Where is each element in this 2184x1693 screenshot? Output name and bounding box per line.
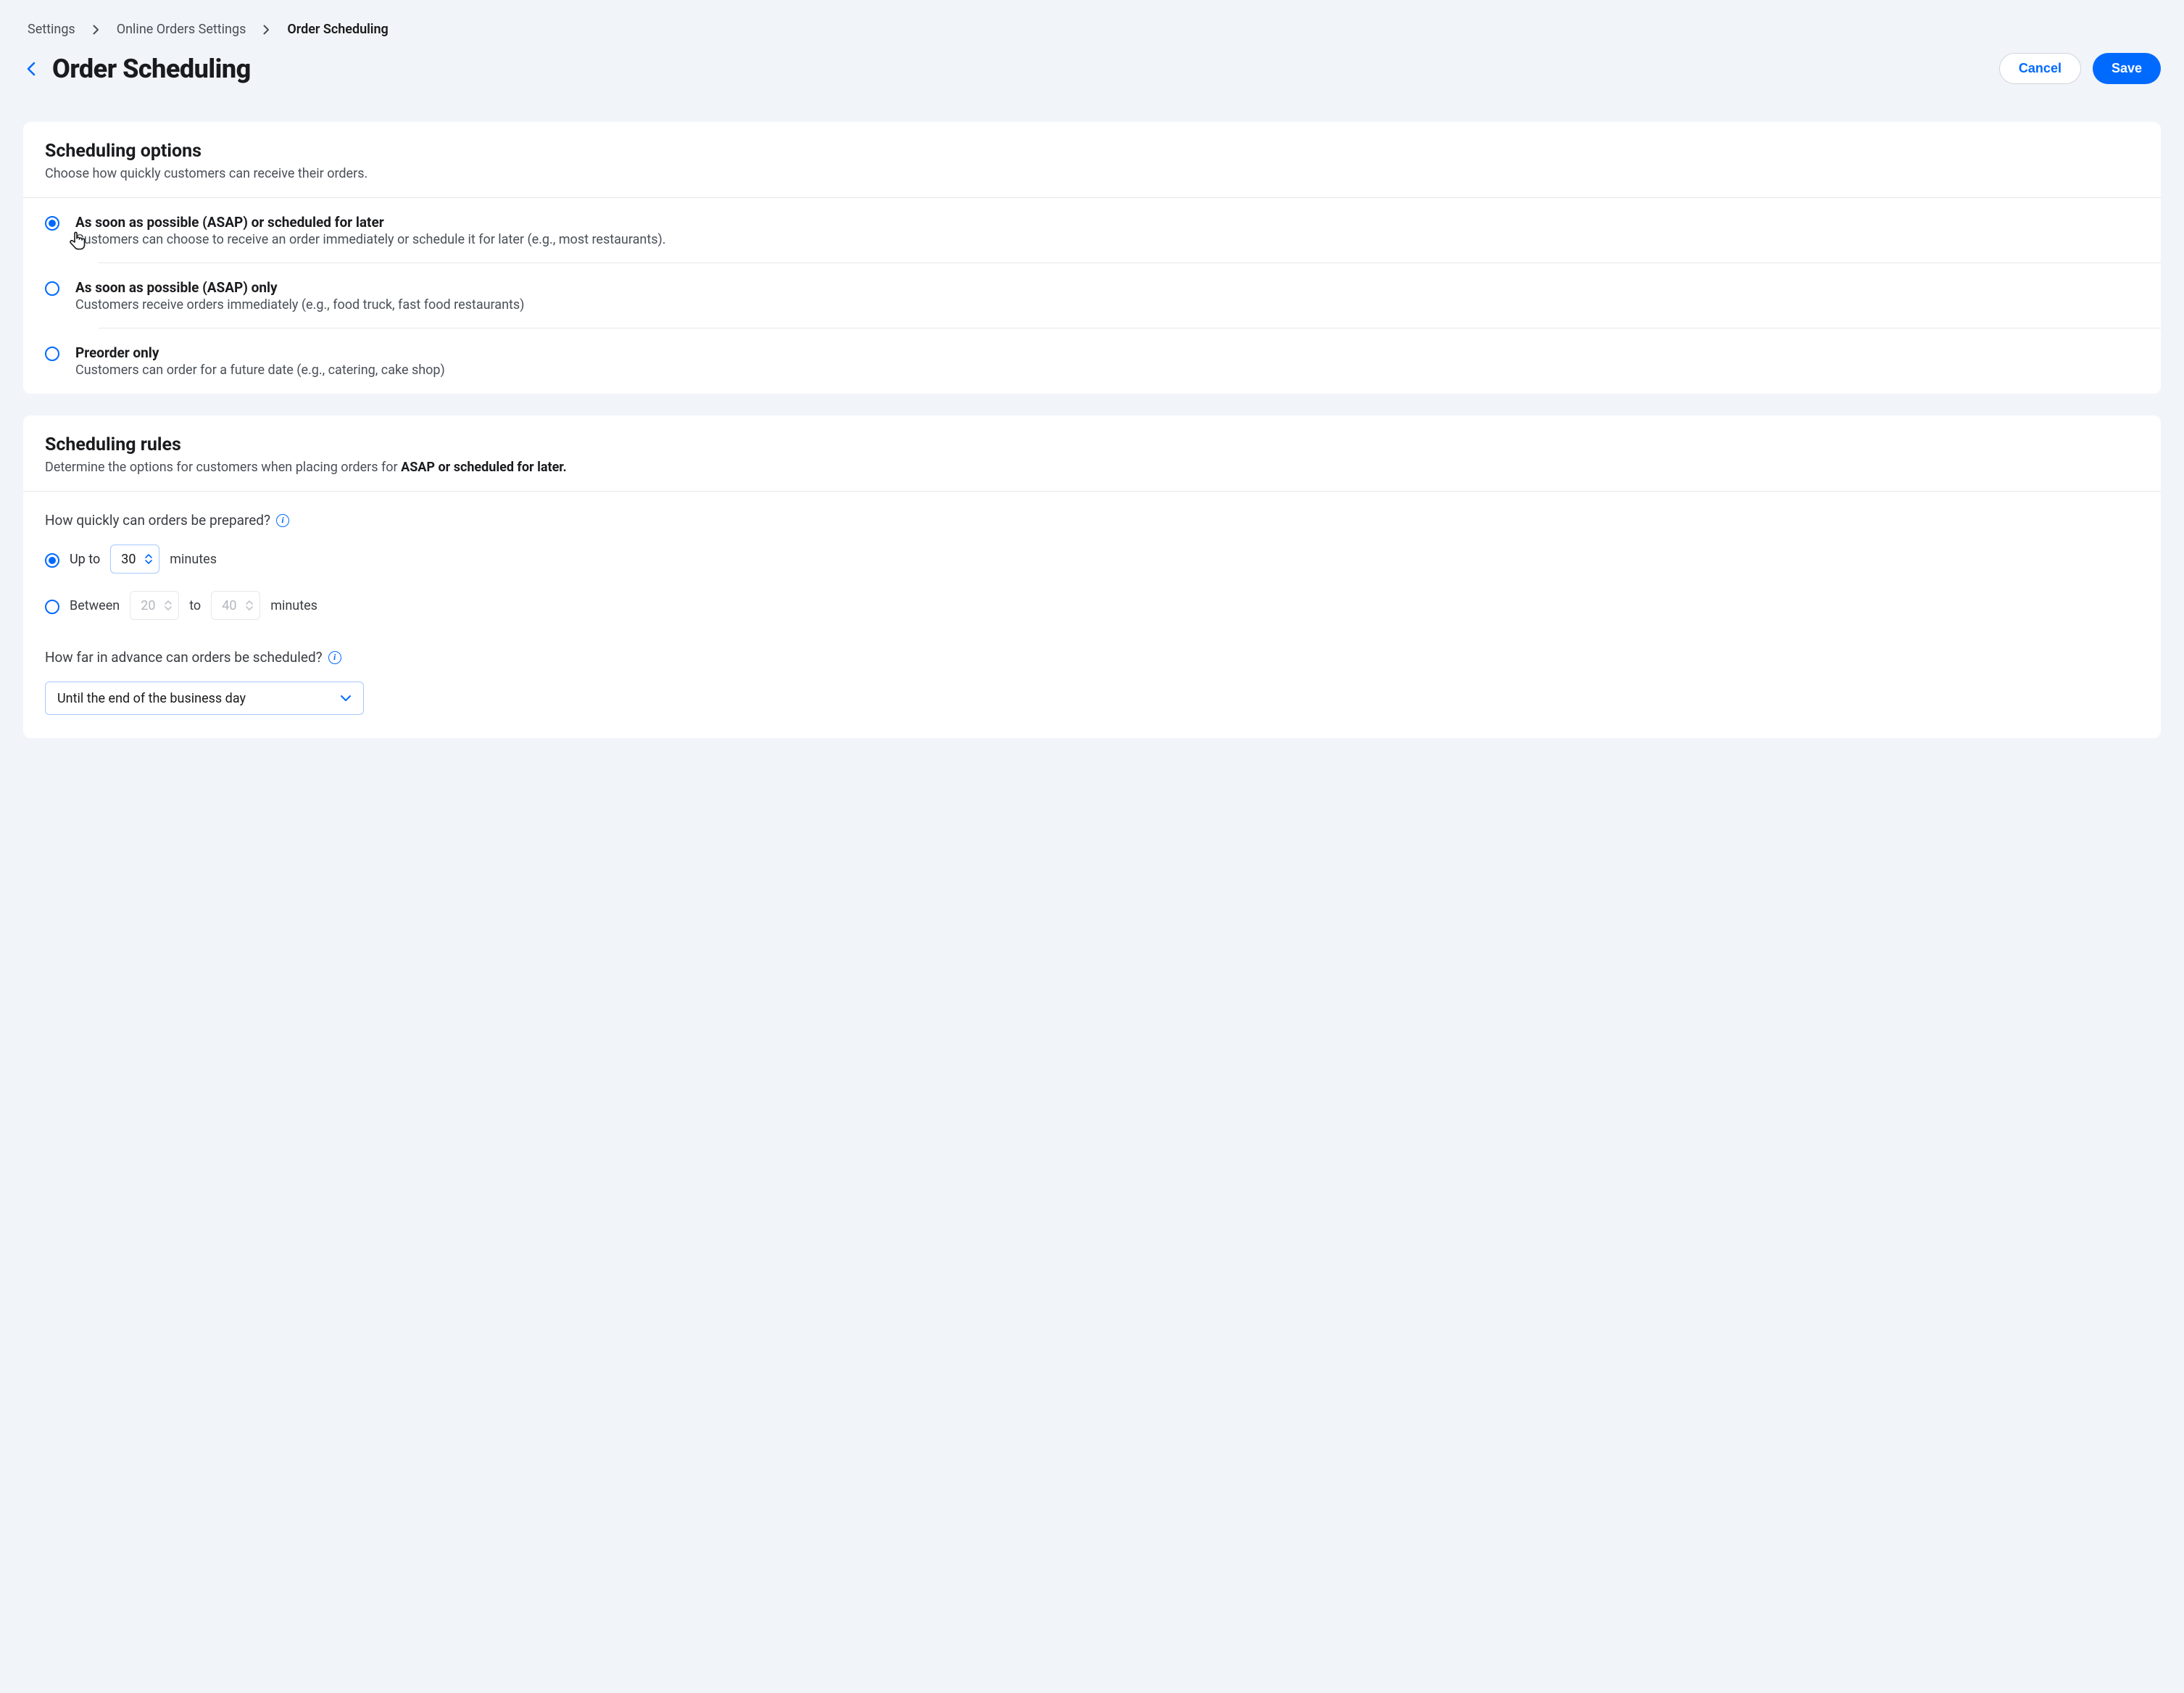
scheduling-rules-heading: Scheduling rules [45, 434, 2139, 455]
prep-between-row[interactable]: Between 20 to 40 minutes [45, 591, 2139, 620]
between-label: Between [70, 598, 120, 613]
crumb-settings[interactable]: Settings [28, 22, 75, 37]
radio-between[interactable] [45, 600, 59, 614]
stepper[interactable] [144, 553, 153, 565]
stepper[interactable] [245, 600, 254, 611]
info-icon[interactable]: i [276, 514, 289, 527]
chevron-right-icon [263, 25, 270, 35]
scheduling-options-card: Scheduling options Choose how quickly cu… [23, 122, 2161, 394]
advance-label: How far in advance can orders be schedul… [45, 649, 2139, 666]
scheduling-rules-card: Scheduling rules Determine the options f… [23, 415, 2161, 738]
crumb-current: Order Scheduling [287, 22, 388, 37]
advance-select-value: Until the end of the business day [57, 691, 246, 706]
prep-time-label: How quickly can orders be prepared? i [45, 512, 2139, 529]
between-to-label: to [189, 598, 201, 613]
crumb-online-orders[interactable]: Online Orders Settings [117, 22, 246, 37]
page-title: Order Scheduling [52, 54, 251, 84]
option-preorder-only[interactable]: Preorder only Customers can order for a … [23, 328, 2161, 394]
option-title: As soon as possible (ASAP) only [75, 279, 2139, 296]
chevron-right-icon [93, 25, 99, 35]
radio-asap-only[interactable] [45, 281, 59, 296]
radio-asap-or-later[interactable] [45, 216, 59, 231]
scheduling-options-subheading: Choose how quickly customers can receive… [45, 166, 2139, 181]
breadcrumb: Settings Online Orders Settings Order Sc… [23, 22, 2161, 37]
advance-select[interactable]: Until the end of the business day [45, 682, 364, 715]
title-row: Order Scheduling Cancel Save [23, 53, 2161, 84]
scheduling-rules-subheading: Determine the options for customers when… [45, 460, 2139, 475]
radio-preorder-only[interactable] [45, 347, 59, 361]
between-max-input[interactable]: 40 [211, 591, 260, 620]
prep-upto-row[interactable]: Up to 30 minutes [45, 545, 2139, 574]
back-button[interactable] [23, 58, 39, 80]
option-desc: Customers can choose to receive an order… [75, 232, 2139, 247]
upto-unit: minutes [170, 552, 217, 567]
option-title: As soon as possible (ASAP) or scheduled … [75, 214, 2139, 231]
cancel-button[interactable]: Cancel [1999, 53, 2081, 84]
scheduling-options-heading: Scheduling options [45, 141, 2139, 162]
upto-minutes-input[interactable]: 30 [110, 545, 159, 574]
save-button[interactable]: Save [2093, 53, 2161, 84]
between-unit: minutes [270, 598, 317, 613]
option-asap-or-later[interactable]: As soon as possible (ASAP) or scheduled … [23, 198, 2161, 263]
stepper[interactable] [164, 600, 173, 611]
option-asap-only[interactable]: As soon as possible (ASAP) only Customer… [23, 263, 2161, 328]
radio-upto[interactable] [45, 553, 59, 568]
option-title: Preorder only [75, 344, 2139, 361]
info-icon[interactable]: i [328, 651, 341, 664]
between-min-input[interactable]: 20 [130, 591, 179, 620]
chevron-down-icon [340, 695, 352, 702]
option-desc: Customers can order for a future date (e… [75, 363, 2139, 378]
option-desc: Customers receive orders immediately (e.… [75, 297, 2139, 312]
upto-label: Up to [70, 552, 100, 567]
